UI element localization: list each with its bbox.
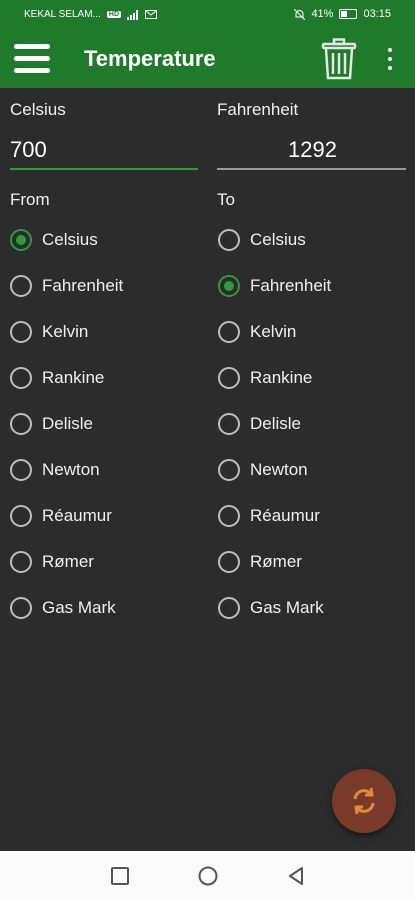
radio-circle-icon[interactable] [218, 459, 240, 481]
to-radio-fahrenheit[interactable]: Fahrenheit [218, 269, 331, 303]
to-radio-reaumur[interactable]: Réaumur [218, 499, 320, 533]
from-radio-gas-mark[interactable]: Gas Mark [10, 591, 116, 625]
recents-square-icon[interactable] [109, 865, 131, 887]
radio-circle-icon[interactable] [218, 275, 240, 297]
radio-circle-icon[interactable] [10, 367, 32, 389]
swap-refresh-icon [353, 787, 375, 815]
from-radio-kelvin[interactable]: Kelvin [10, 315, 88, 349]
carrier-label: KEKAL SELAM... [24, 9, 101, 20]
to-radio-kelvin[interactable]: Kelvin [218, 315, 296, 349]
radio-circle-icon[interactable] [218, 229, 240, 251]
from-heading: From [10, 190, 50, 209]
to-heading: To [217, 190, 235, 209]
to-radio-delisle[interactable]: Delisle [218, 407, 301, 441]
from-radio-rankine[interactable]: Rankine [10, 361, 104, 395]
radio-circle-icon[interactable] [218, 367, 240, 389]
trash-icon[interactable] [320, 38, 358, 80]
fahrenheit-input-underline [217, 168, 406, 170]
radio-circle-icon[interactable] [10, 275, 32, 297]
to-radio-rankine[interactable]: Rankine [218, 361, 312, 395]
clock: 03:15 [363, 8, 391, 20]
celsius-input[interactable] [10, 130, 198, 170]
from-radio-reaumur[interactable]: Réaumur [10, 499, 112, 533]
from-field-label: Celsius [10, 100, 66, 119]
to-radio-gas-mark[interactable]: Gas Mark [218, 591, 324, 625]
radio-circle-icon[interactable] [218, 597, 240, 619]
sim-badge: HD [106, 11, 122, 18]
radio-circle-icon[interactable] [10, 413, 32, 435]
radio-circle-icon[interactable] [10, 459, 32, 481]
radio-circle-icon[interactable] [218, 505, 240, 527]
mail-icon [145, 10, 158, 19]
app-bar: Temperature [0, 30, 415, 88]
status-bar: KEKAL SELAM... HD 41% 03:15 [0, 0, 415, 30]
to-field-label: Fahrenheit [217, 100, 299, 119]
hamburger-menu-icon[interactable] [14, 44, 50, 74]
system-nav-bar [0, 851, 415, 900]
radio-circle-icon[interactable] [218, 413, 240, 435]
from-radio-romer[interactable]: Rømer [10, 545, 94, 579]
from-radio-celsius[interactable]: Celsius [10, 223, 98, 257]
to-radio-romer[interactable]: Rømer [218, 545, 302, 579]
signal-icon [127, 9, 139, 20]
home-circle-icon[interactable] [197, 865, 219, 887]
to-radio-newton[interactable]: Newton [218, 453, 308, 487]
radio-circle-icon[interactable] [10, 229, 32, 251]
mute-bell-icon [294, 8, 306, 20]
radio-circle-icon[interactable] [10, 551, 32, 573]
from-radio-newton[interactable]: Newton [10, 453, 100, 487]
to-radio-celsius[interactable]: Celsius [218, 223, 306, 257]
celsius-input-underline [10, 168, 198, 170]
back-triangle-icon[interactable] [285, 865, 307, 887]
radio-circle-icon[interactable] [10, 321, 32, 343]
from-radio-delisle[interactable]: Delisle [10, 407, 93, 441]
more-vertical-icon[interactable] [378, 44, 402, 74]
page-title: Temperature [84, 46, 216, 71]
radio-circle-icon[interactable] [218, 551, 240, 573]
battery-icon [339, 9, 358, 19]
radio-circle-icon[interactable] [218, 321, 240, 343]
radio-circle-icon[interactable] [10, 597, 32, 619]
battery-percent: 41% [311, 8, 334, 20]
fahrenheit-input[interactable] [217, 130, 337, 170]
from-radio-fahrenheit[interactable]: Fahrenheit [10, 269, 123, 303]
swap-units-button[interactable] [332, 769, 396, 833]
radio-circle-icon[interactable] [10, 505, 32, 527]
